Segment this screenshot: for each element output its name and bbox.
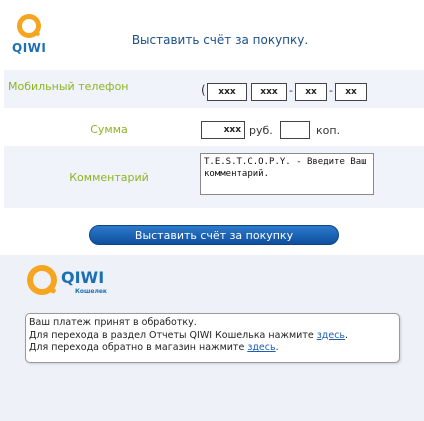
phone-part3-input[interactable]: xx [335,83,367,101]
phone-open-paren: ( [201,83,206,97]
back-to-shop-link[interactable]: здесь [247,342,275,353]
message-line-2-text: Для перехода в раздел Отчеты QIWI Кошель… [29,329,317,341]
kopecks-unit: коп. [316,124,341,137]
message-line-3-end: . [275,342,279,353]
phone-label: Мобильный телефон [8,80,129,93]
phone-dash-2: - [329,84,333,97]
comment-textarea[interactable]: T.E.S.T.C.O.P.Y. - Введите Ваш комментар… [200,153,374,195]
sum-rubles-input[interactable]: xxx [201,121,245,139]
payment-message-box: Ваш платеж принят в обработку. Для перех… [25,313,400,363]
comment-row: Комментарий T.E.S.T.C.O.P.Y. - Введите В… [4,146,424,208]
page-title: Выставить счёт за покупку. [131,33,309,47]
phone-code-input[interactable]: xxx [207,83,247,101]
sum-label: Сумма [90,123,128,136]
qiwi-wallet-logo-sub: Кошелек [75,288,108,295]
qiwi-wallet-logo: QIWI Кошелек [27,265,117,305]
sum-row: Сумма xxx руб. коп. [4,108,424,146]
qiwi-wallet-logo-icon [27,265,57,295]
comment-label: Комментарий [69,171,149,184]
phone-dash-1: - [289,84,293,97]
phone-row: Мобильный телефон ( xxx ) xxx - xx - xx [4,70,424,108]
message-line-1: Ваш платеж принят в обработку. [29,317,197,328]
message-line-2: Для перехода в раздел Отчеты QIWI Кошель… [29,330,396,343]
rubles-unit: руб. [249,124,273,137]
wallet-panel: QIWI Кошелек Ваш платеж принят в обработ… [0,255,424,421]
message-line-2-end: . [345,329,349,341]
phone-part2-input[interactable]: xx [295,83,327,101]
message-line-3-text: Для перехода обратно в магазин нажмите [29,342,248,353]
phone-part1-input[interactable]: xxx [251,83,287,101]
sum-kopecks-input[interactable] [280,121,310,139]
reports-link[interactable]: здесь [317,330,345,341]
message-line-3: Для перехода обратно в магазин нажмите з… [29,342,396,355]
qiwi-wallet-logo-word: QIWI [61,268,105,287]
submit-invoice-button[interactable]: Выставить счёт за покупку [89,225,339,245]
